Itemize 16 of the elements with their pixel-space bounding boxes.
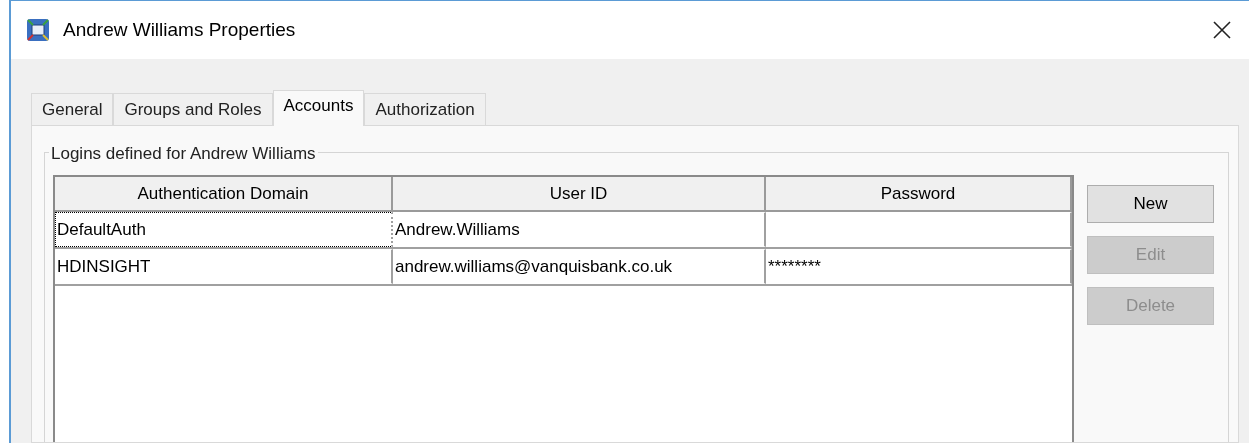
tab[interactable]: Authorization <box>364 93 486 125</box>
column-header[interactable]: Password <box>766 177 1072 212</box>
table-cell: andrew.williams@vanquisbank.co.uk <box>393 249 766 284</box>
column-header[interactable]: Authentication Domain <box>55 177 393 212</box>
table-cell: Andrew.Williams <box>393 212 766 247</box>
window-title: Andrew Williams Properties <box>63 17 296 42</box>
table-cell: DefaultAuth <box>55 212 393 247</box>
table-cell: ******** <box>766 249 1072 284</box>
close-icon[interactable] <box>1213 21 1231 39</box>
action-button[interactable]: New <box>1087 185 1214 223</box>
table-cell: HDINSIGHT <box>55 249 393 284</box>
tab[interactable]: General <box>31 93 114 125</box>
app-icon <box>26 18 50 42</box>
tab[interactable]: Groups and Roles <box>113 93 273 125</box>
tab[interactable]: Accounts <box>272 90 365 126</box>
column-header[interactable]: User ID <box>393 177 766 212</box>
